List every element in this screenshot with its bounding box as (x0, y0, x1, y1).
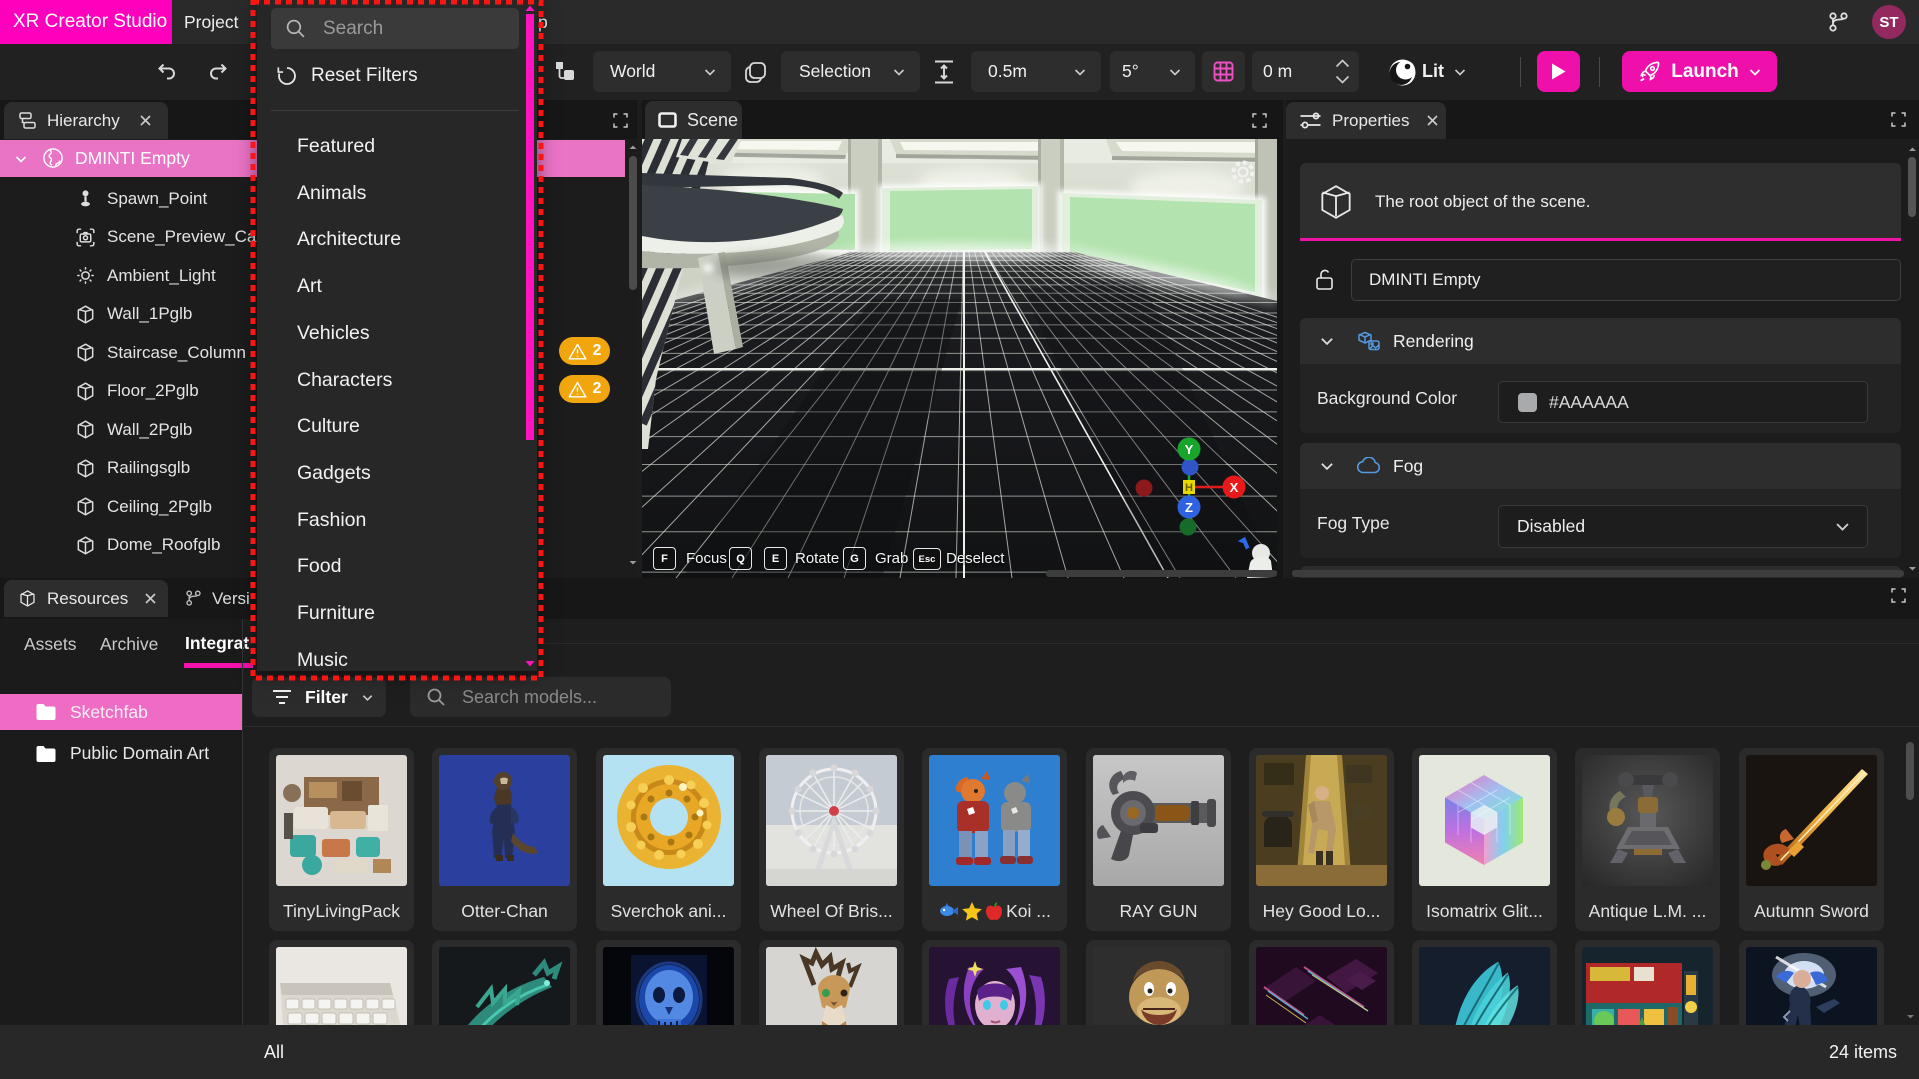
svg-text:H: H (1185, 482, 1193, 494)
svg-text:Y: Y (1185, 442, 1194, 457)
svg-text:Z: Z (1185, 500, 1193, 515)
svg-text:X: X (1230, 480, 1239, 495)
